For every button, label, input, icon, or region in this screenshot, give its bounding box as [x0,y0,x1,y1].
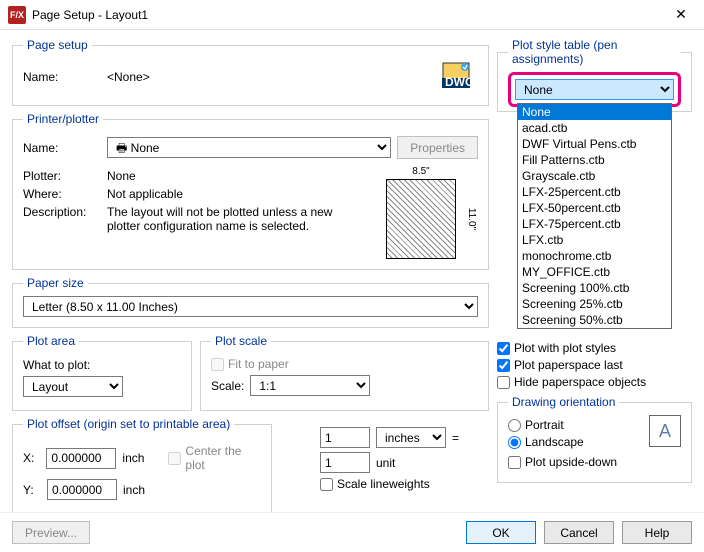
landscape-label: Landscape [525,435,584,449]
plot-style-option[interactable]: acad.ctb [518,120,671,136]
what-to-plot-label: What to plot: [23,358,90,372]
dwg-icon: DWG [442,62,472,91]
printer-group: Printer/plotter Name: 🖶 None Properties … [12,112,489,270]
portrait-label: Portrait [525,418,564,432]
orientation-group: Drawing orientation Portrait Landscape A… [497,395,692,483]
plot-style-group: Plot style table (pen assignments) None … [497,38,692,112]
desc-label: Description: [23,205,101,219]
plot-area-legend: Plot area [23,334,79,348]
app-icon: F/X [8,6,26,24]
plot-style-option[interactable]: None [518,104,671,120]
what-to-plot-select[interactable]: Layout [23,376,123,397]
plot-style-option[interactable]: Screening 50%.ctb [518,312,671,328]
where-label: Where: [23,187,101,201]
page-setup-group: Page setup Name: <None> DWG [12,38,489,106]
plot-offset-legend: Plot offset (origin set to printable are… [23,417,234,431]
plot-style-option[interactable]: Fill Patterns.ctb [518,152,671,168]
paper-height: 11.0" [466,208,477,230]
paper-size-legend: Paper size [23,276,88,290]
paper-width: 8.5" [387,166,455,177]
plotter-value: None [107,169,136,183]
svg-text:DWG: DWG [445,75,472,88]
plot-style-option[interactable]: DWF Virtual Pens.ctb [518,136,671,152]
plot-with-styles-label: Plot with plot styles [514,341,616,355]
orientation-legend: Drawing orientation [508,395,619,409]
y-label: Y: [23,483,41,497]
plotter-label: Plotter: [23,169,101,183]
scale-lineweights-checkbox[interactable] [320,478,333,491]
plot-style-option[interactable]: Screening 25%.ctb [518,296,671,312]
dialog-buttons: Preview... OK Cancel Help [0,512,704,552]
where-value: Not applicable [107,187,183,201]
plot-style-option[interactable]: monochrome.ctb [518,248,671,264]
window-title: Page Setup - Layout1 [32,8,666,22]
plot-style-option[interactable]: Screening 100%.ctb [518,280,671,296]
plot-scale-group: Plot scale Fit to paper Scale: 1:1 [200,334,489,411]
printer-name-select[interactable]: 🖶 None [107,137,391,158]
hide-paperspace-checkbox[interactable] [497,376,510,389]
plot-style-option[interactable]: LFX-50percent.ctb [518,200,671,216]
center-plot-label: Center the plot [185,444,261,472]
hide-paperspace-label: Hide paperspace objects [514,375,646,389]
x-input[interactable] [46,448,116,469]
help-button[interactable]: Help [622,521,692,544]
ok-button[interactable]: OK [466,521,536,544]
titlebar: F/X Page Setup - Layout1 ✕ [0,0,704,30]
plot-style-option[interactable]: LFX.ctb [518,232,671,248]
page-setup-legend: Page setup [23,38,92,52]
plot-style-select[interactable]: None [515,79,674,100]
paper-size-select[interactable]: Letter (8.50 x 11.00 Inches) [23,296,478,317]
scale-select[interactable]: 1:1 [250,375,370,396]
plot-offset-group: Plot offset (origin set to printable are… [12,417,272,515]
scale-eq: = [452,431,459,445]
x-unit: inch [122,451,144,465]
printer-name-label: Name: [23,141,101,155]
paper-preview: 8.5" 11.0" [386,179,456,259]
scale-units-select[interactable]: inches [376,427,446,448]
upside-down-checkbox[interactable] [508,456,521,469]
properties-button: Properties [397,136,478,159]
plot-style-legend: Plot style table (pen assignments) [508,38,681,66]
page-setup-name-label: Name: [23,70,101,84]
scale-num1-input[interactable] [320,427,370,448]
plot-style-option[interactable]: LFX-75percent.ctb [518,216,671,232]
dialog-content: Page setup Name: <None> DWG Printer/plot… [0,30,704,529]
plot-style-option[interactable]: LFX-25percent.ctb [518,184,671,200]
scale-lineweights-label: Scale lineweights [337,477,430,491]
fit-to-paper-label: Fit to paper [228,357,289,371]
landscape-radio[interactable] [508,436,521,449]
upside-down-label: Plot upside-down [525,455,617,469]
paper-size-group: Paper size Letter (8.50 x 11.00 Inches) [12,276,489,328]
fit-to-paper-checkbox [211,358,224,371]
portrait-radio[interactable] [508,419,521,432]
cancel-button[interactable]: Cancel [544,521,614,544]
y-unit: inch [123,483,145,497]
orientation-icon: A [649,415,681,447]
preview-button: Preview... [12,521,90,544]
x-label: X: [23,451,40,465]
printer-legend: Printer/plotter [23,112,103,126]
plot-with-styles-checkbox[interactable] [497,342,510,355]
center-plot-checkbox [168,452,181,465]
scale-num2-input[interactable] [320,452,370,473]
plot-scale-legend: Plot scale [211,334,271,348]
plot-area-group: Plot area What to plot: Layout [12,334,192,411]
scale-label: Scale: [211,379,244,393]
page-setup-name-value: <None> [107,70,150,84]
plot-paperspace-label: Plot paperspace last [514,358,623,372]
plot-style-dropdown-list[interactable]: Noneacad.ctbDWF Virtual Pens.ctbFill Pat… [517,103,672,329]
desc-value: The layout will not be plotted unless a … [107,205,368,233]
y-input[interactable] [47,479,117,500]
plot-style-highlight: None Noneacad.ctbDWF Virtual Pens.ctbFil… [508,72,681,107]
plot-paperspace-checkbox[interactable] [497,359,510,372]
close-icon[interactable]: ✕ [666,6,696,23]
plot-style-option[interactable]: MY_OFFICE.ctb [518,264,671,280]
plot-style-option[interactable]: Grayscale.ctb [518,168,671,184]
scale-unit-label: unit [376,456,395,470]
